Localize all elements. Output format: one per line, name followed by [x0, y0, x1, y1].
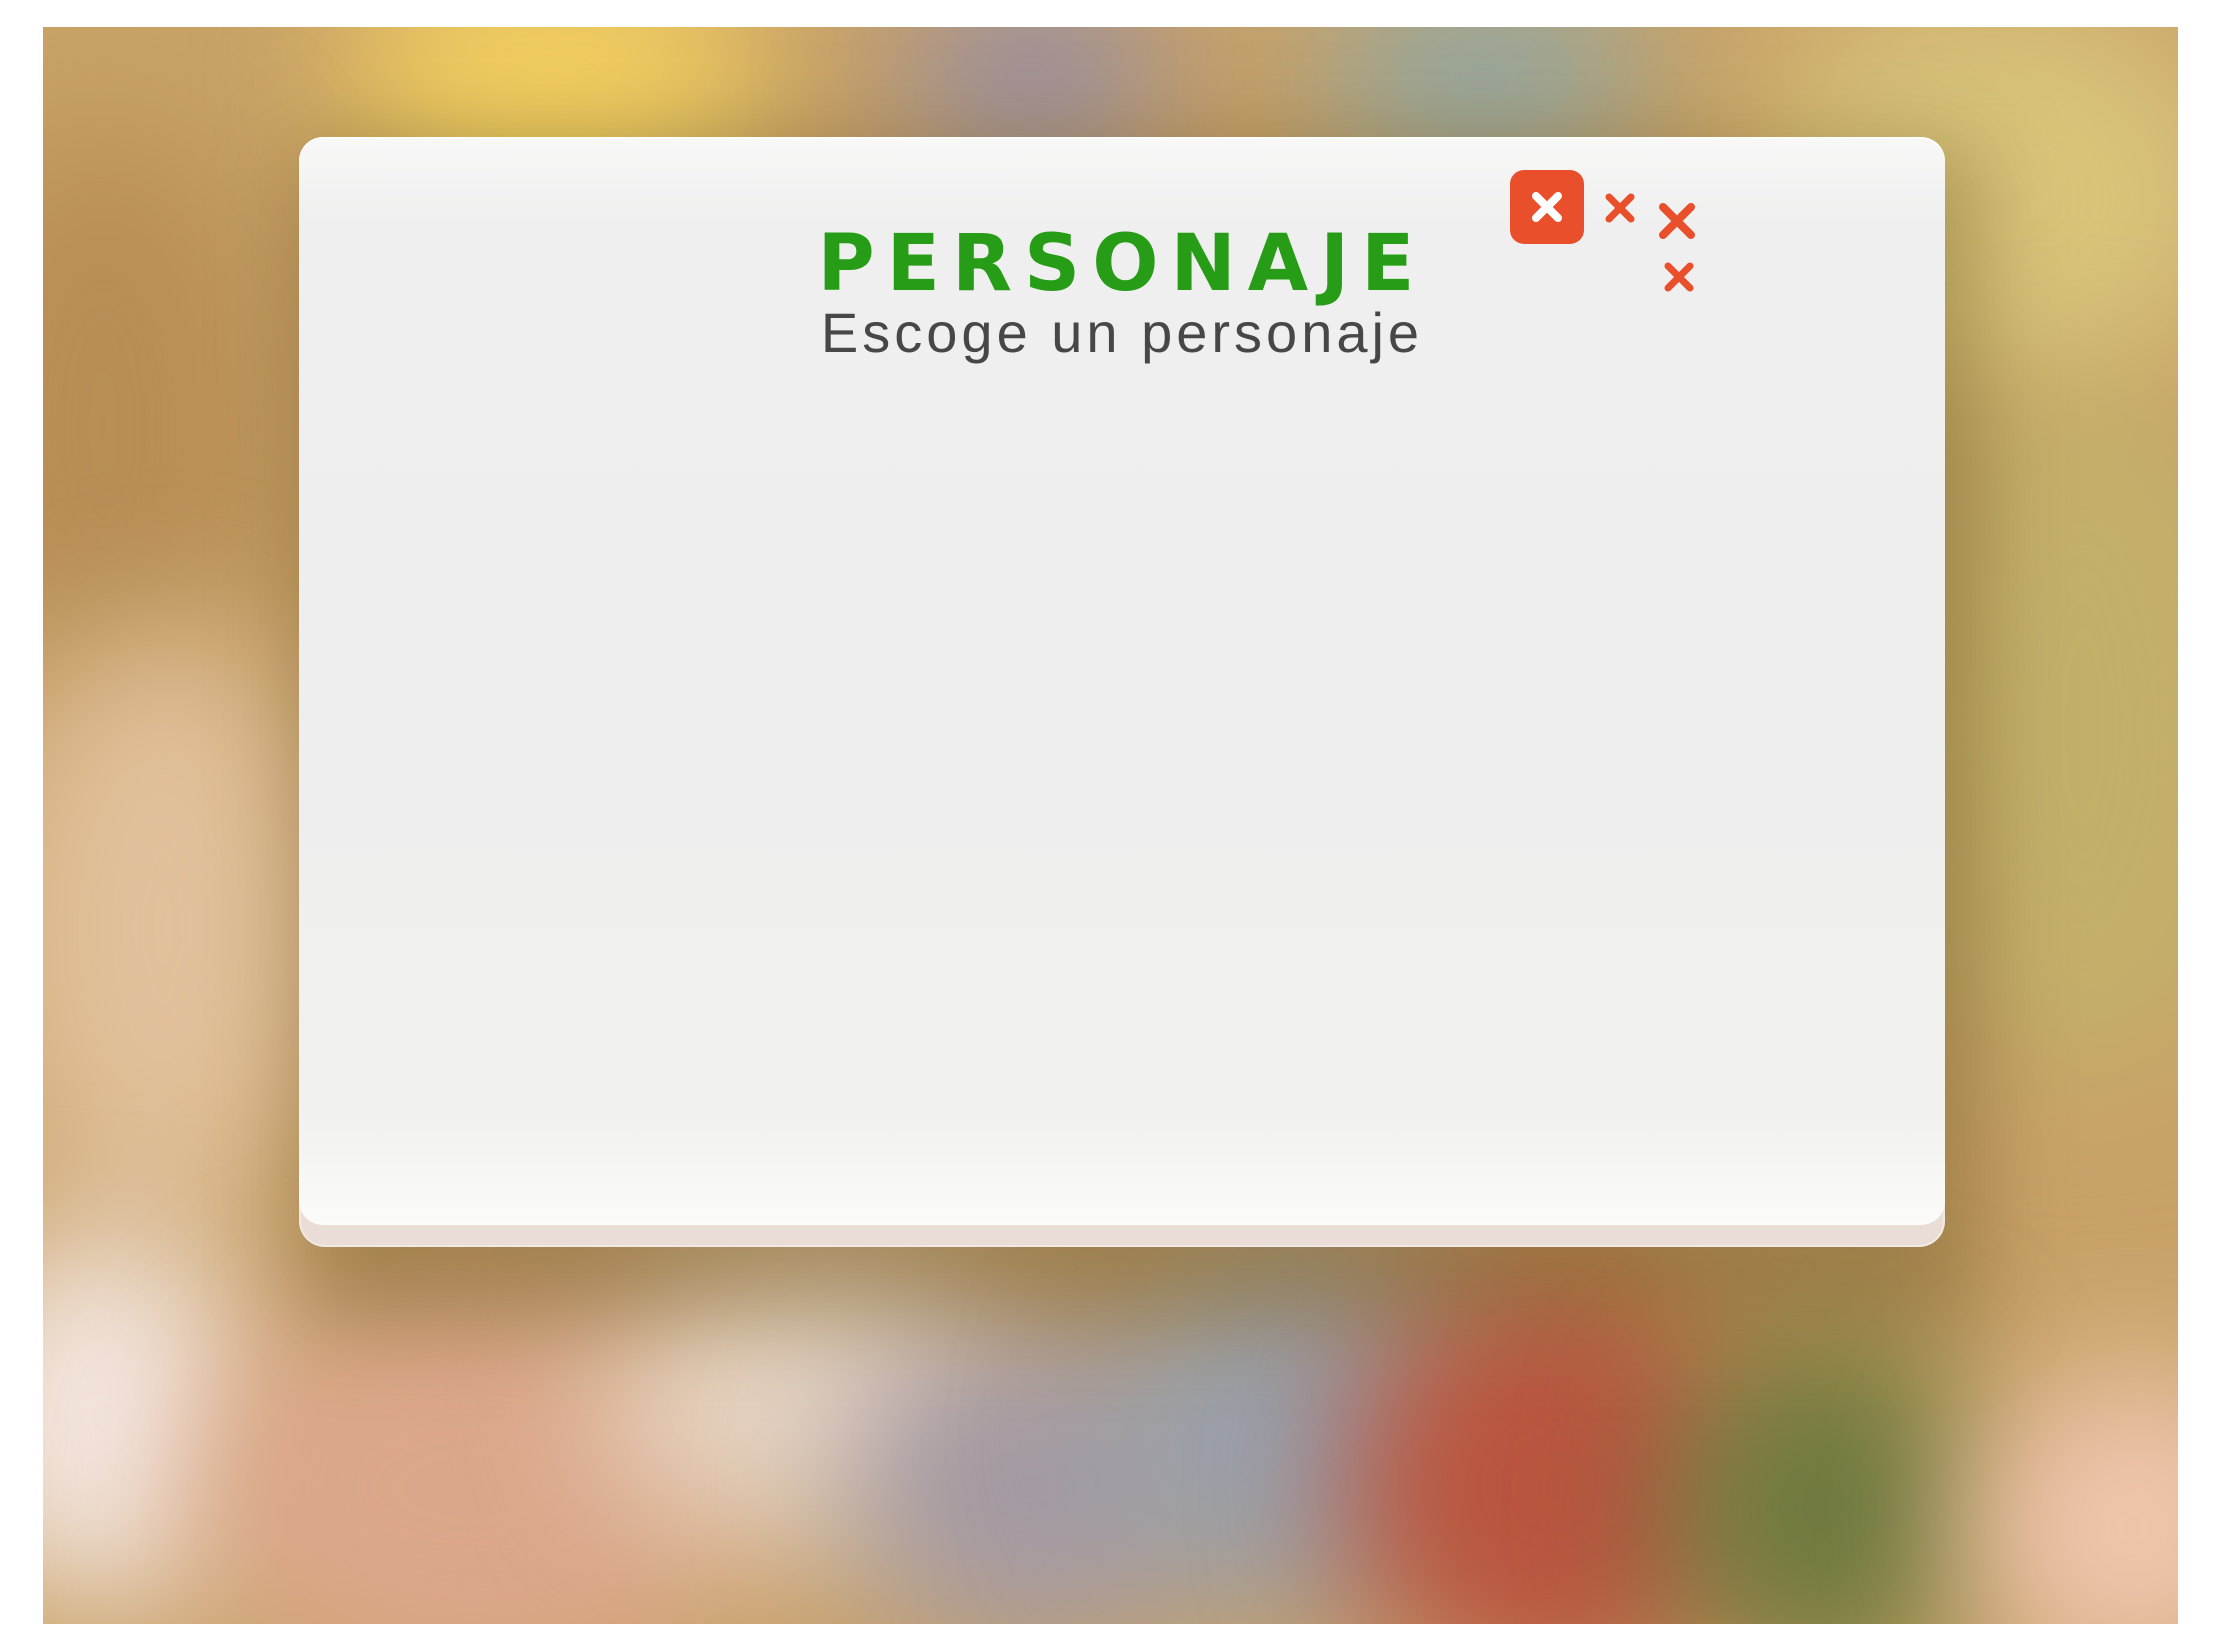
- x-mark-icon: [1605, 193, 1635, 223]
- close-button[interactable]: [1510, 170, 1584, 244]
- dialog-panel: PERSONAJE Escoge un personaje: [299, 137, 1945, 1225]
- close-icon: [1532, 192, 1562, 222]
- game-screen: PERSONAJE Escoge un personaje: [43, 27, 2178, 1624]
- dialog-subtitle: Escoge un personaje: [820, 301, 1424, 364]
- background-blur: [43, 627, 343, 1227]
- x-mark-icon: [1659, 203, 1695, 239]
- x-mark-icon: [1664, 262, 1694, 292]
- character-select-dialog: PERSONAJE Escoge un personaje: [299, 137, 1945, 1247]
- background-blur: [1973, 1367, 2178, 1624]
